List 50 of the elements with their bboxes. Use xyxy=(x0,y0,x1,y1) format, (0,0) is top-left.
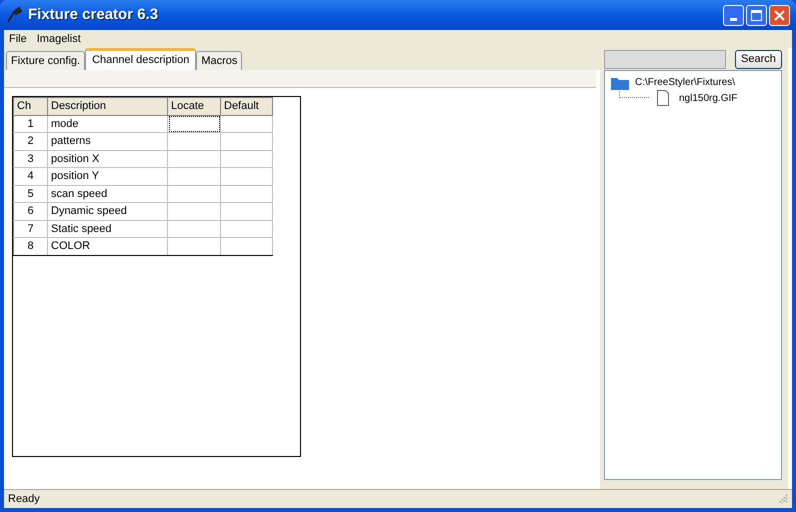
column-header[interactable]: Description xyxy=(48,98,168,115)
column-header[interactable]: Locate xyxy=(168,98,220,115)
table-cell: 2 xyxy=(14,132,48,150)
table-cell: 1 xyxy=(14,115,48,132)
table-cell[interactable] xyxy=(168,202,220,220)
minimize-icon xyxy=(730,18,737,20)
table-cell: 4 xyxy=(14,168,48,185)
table-cell[interactable] xyxy=(168,238,220,255)
folder-icon xyxy=(611,76,629,90)
table-cell[interactable] xyxy=(168,150,220,168)
tab[interactable]: Fixture config. xyxy=(6,51,86,70)
minimize-button[interactable] xyxy=(723,4,744,26)
table-cell: 5 xyxy=(14,185,48,202)
table-cell: COLOR xyxy=(48,238,168,255)
close-icon xyxy=(774,10,785,20)
close-button[interactable] xyxy=(769,4,790,26)
tree-item[interactable]: C:\FreeStyler\Fixtures\ xyxy=(635,75,736,90)
table-cell: 6 xyxy=(14,202,48,220)
table-cell: position X xyxy=(48,150,168,168)
tab[interactable]: Channel description xyxy=(85,48,196,70)
table-cell: 7 xyxy=(14,220,48,238)
tree-item[interactable]: ngl150rg.GIF xyxy=(679,90,738,106)
file-icon xyxy=(657,90,669,106)
column-header[interactable]: Default xyxy=(220,98,272,115)
menu-item[interactable]: Imagelist xyxy=(32,30,86,48)
table-cell: 3 xyxy=(14,150,48,168)
resize-grip-icon xyxy=(778,494,788,504)
app-icon xyxy=(6,6,22,24)
column-header[interactable]: Ch xyxy=(14,98,48,115)
maximize-icon xyxy=(751,10,762,20)
maximize-button[interactable] xyxy=(746,4,767,26)
search-button[interactable]: Search xyxy=(735,50,782,68)
table-cell: Dynamic speed xyxy=(48,202,168,220)
table-cell: Static speed xyxy=(48,220,168,238)
table-cell[interactable] xyxy=(168,168,220,185)
table-cell: mode xyxy=(48,115,168,132)
table-cell: scan speed xyxy=(48,185,168,202)
tab[interactable]: Macros xyxy=(196,51,242,70)
window-title: Fixture creator 6.3 xyxy=(28,4,158,25)
table-cell[interactable] xyxy=(168,185,220,202)
search-field[interactable] xyxy=(604,50,726,68)
table-cell[interactable] xyxy=(168,220,220,238)
table-cell[interactable] xyxy=(168,115,220,132)
table-cell: patterns xyxy=(48,132,168,150)
table-cell[interactable] xyxy=(168,132,220,150)
menu-item[interactable]: File xyxy=(4,30,32,48)
table-cell: 8 xyxy=(14,238,48,255)
status-text: Ready xyxy=(8,492,40,507)
tree-connector xyxy=(619,89,649,98)
table-cell: position Y xyxy=(48,168,168,185)
